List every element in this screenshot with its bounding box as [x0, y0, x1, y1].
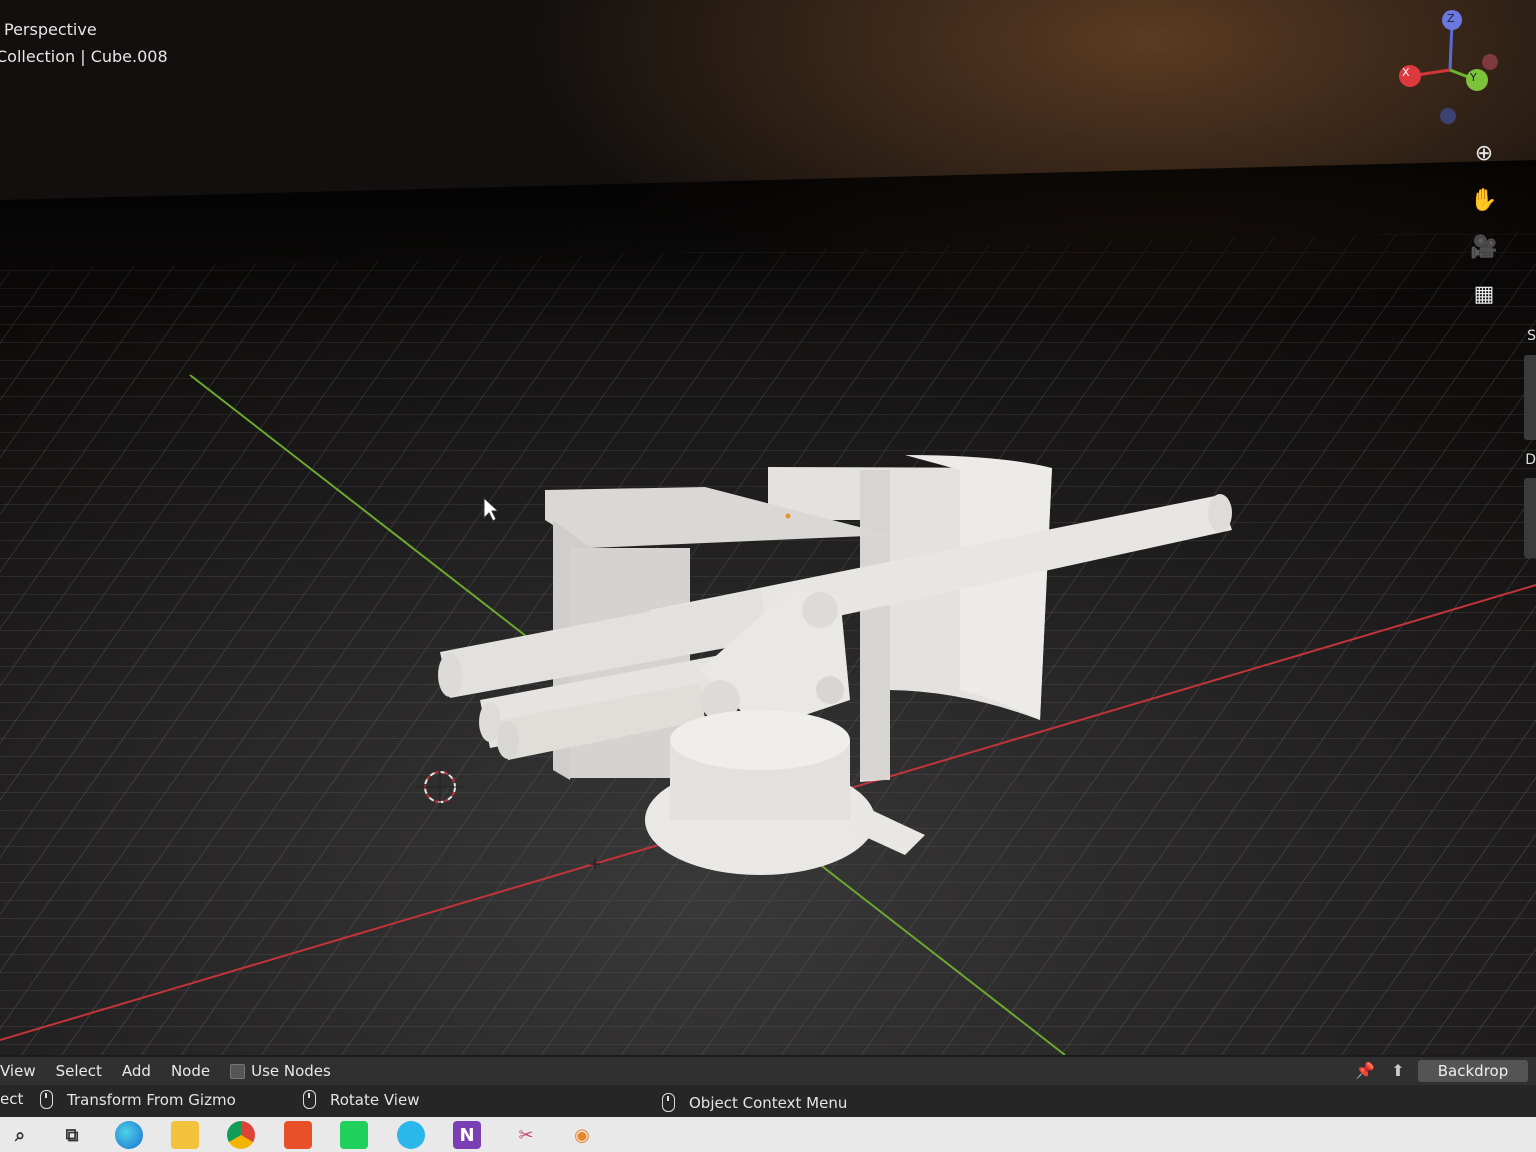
- menu-view[interactable]: View: [0, 1062, 36, 1080]
- sidebar-tab-1[interactable]: [1524, 355, 1536, 440]
- status-context: Object Context Menu: [662, 1093, 847, 1112]
- navigation-gizmo: [1399, 10, 1498, 124]
- mouse-right-icon: [662, 1093, 675, 1112]
- node-editor-header: View Select Add Node Use Nodes 📌 ⬆ Backd…: [0, 1055, 1536, 1085]
- status-context-label: Object Context Menu: [689, 1093, 848, 1112]
- pin-icon[interactable]: 📌: [1354, 1060, 1376, 1082]
- sidebar-tab-2[interactable]: [1524, 478, 1536, 558]
- mouse-middle-icon: [303, 1090, 316, 1109]
- ortho-grid-icon[interactable]: ▦: [1466, 276, 1502, 312]
- gizmo-x-label: X: [1402, 66, 1410, 79]
- menu-node[interactable]: Node: [171, 1062, 210, 1080]
- status-transform-label: Transform From Gizmo: [67, 1090, 236, 1109]
- office-icon[interactable]: [284, 1121, 312, 1149]
- collection-path: Collection | Cube.008: [0, 47, 168, 66]
- blender-icon[interactable]: ◉: [568, 1121, 596, 1149]
- search-icon[interactable]: ⌕: [6, 1121, 34, 1149]
- camera-icon[interactable]: 🎥: [1466, 229, 1502, 265]
- status-transform: Transform From Gizmo: [40, 1090, 236, 1109]
- snip-icon[interactable]: ✂: [512, 1121, 540, 1149]
- chrome-icon[interactable]: [227, 1121, 255, 1149]
- gizmo-z-label: Z: [1447, 12, 1455, 25]
- 3d-viewport[interactable]: Perspective Collection | Cube.008 X Y Z …: [0, 0, 1536, 1055]
- zoom-icon[interactable]: ⊕: [1466, 135, 1502, 171]
- side-letter-d: D: [1525, 452, 1536, 468]
- status-rotate-label: Rotate View: [330, 1090, 420, 1109]
- edge-icon[interactable]: [115, 1121, 143, 1149]
- onenote-icon[interactable]: N: [453, 1121, 481, 1149]
- blue-app-icon[interactable]: [397, 1121, 425, 1149]
- green-app-icon[interactable]: [340, 1121, 368, 1149]
- use-nodes-toggle[interactable]: Use Nodes: [230, 1062, 331, 1080]
- mouse-left-icon: [40, 1090, 53, 1109]
- use-nodes-label: Use Nodes: [251, 1062, 331, 1080]
- side-letter-s: S: [1527, 328, 1536, 344]
- menu-select[interactable]: Select: [56, 1062, 102, 1080]
- status-bar: ect Transform From Gizmo Rotate View Obj…: [0, 1085, 1536, 1117]
- scene: [0, 10, 1536, 1055]
- pan-hand-icon[interactable]: ✋: [1466, 182, 1502, 218]
- gizmo-y-label: Y: [1470, 71, 1477, 84]
- status-select-partial: ect: [0, 1090, 24, 1108]
- parent-node-icon[interactable]: ⬆: [1387, 1060, 1409, 1082]
- menu-add[interactable]: Add: [122, 1062, 151, 1080]
- viewport-nav-tools: ⊕ ✋ 🎥 ▦: [1466, 135, 1506, 323]
- windows-taskbar: ⌕ ⧉ N ✂ ◉: [0, 1117, 1536, 1152]
- status-rotate: Rotate View: [303, 1090, 419, 1109]
- file-explorer-icon[interactable]: [171, 1121, 199, 1149]
- view-mode-label: Perspective: [4, 20, 97, 39]
- use-nodes-checkbox[interactable]: [230, 1063, 246, 1079]
- backdrop-button[interactable]: Backdrop: [1418, 1060, 1528, 1082]
- task-view-icon[interactable]: ⧉: [58, 1121, 86, 1149]
